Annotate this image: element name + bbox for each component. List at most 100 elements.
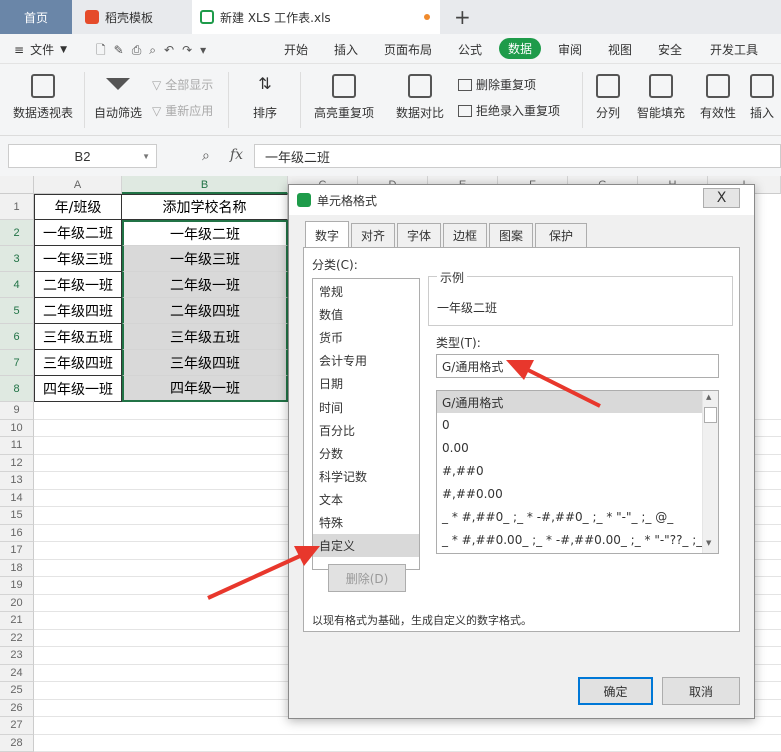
cell-a[interactable]: 年/班级 — [34, 194, 122, 220]
category-item[interactable]: 文本 — [313, 488, 419, 511]
row-header[interactable]: 10 — [0, 420, 34, 438]
type-list-scrollbar[interactable]: ▲ ▼ — [702, 391, 718, 553]
row-header[interactable]: 20 — [0, 595, 34, 613]
category-item[interactable]: 日期 — [313, 372, 419, 395]
category-item[interactable]: 科学记数 — [313, 465, 419, 488]
cell-b[interactable]: 一年级三班 — [122, 246, 288, 272]
menu-item-developer[interactable]: 开发工具 — [710, 41, 758, 58]
type-item[interactable]: 0.00 — [437, 437, 702, 459]
split-column-button[interactable]: 分列 — [586, 64, 630, 121]
row-header[interactable]: 26 — [0, 700, 34, 718]
quick-access-icons[interactable]: 🗋✎⎙⌕↶↷▾ — [96, 41, 214, 62]
menu-item-review[interactable]: 审阅 — [558, 41, 582, 58]
menu-item-start[interactable]: 开始 — [284, 41, 308, 58]
cell-b[interactable]: 添加学校名称 — [122, 194, 288, 220]
cell-b[interactable]: 一年级二班 — [122, 220, 288, 246]
category-item[interactable]: 时间 — [313, 396, 419, 419]
sort-button[interactable]: ⇅ 排序 — [236, 64, 294, 121]
menu-item-insert[interactable]: 插入 — [334, 41, 358, 58]
reapply-button[interactable]: ▽重新应用 — [152, 102, 213, 119]
menu-item-security[interactable]: 安全 — [658, 41, 682, 58]
type-item[interactable]: #,##0.00 — [437, 483, 702, 505]
menu-item-layout[interactable]: 页面布局 — [384, 41, 432, 58]
cell-a[interactable]: 四年级一班 — [34, 376, 122, 402]
tab-docer[interactable]: 稻壳模板 — [75, 0, 188, 34]
data-compare-button[interactable]: 数据对比 — [388, 64, 452, 121]
type-item[interactable]: G/通用格式 — [437, 391, 702, 413]
row-header[interactable]: 13 — [0, 472, 34, 490]
row-header[interactable]: 12 — [0, 455, 34, 473]
category-item[interactable]: 自定义 — [313, 534, 419, 557]
tab-number[interactable]: 数字 — [305, 221, 349, 248]
fx-icon[interactable]: fx — [230, 147, 243, 163]
row-header[interactable]: 7 — [0, 350, 34, 376]
row-header[interactable]: 17 — [0, 542, 34, 560]
row-header[interactable]: 25 — [0, 682, 34, 700]
row-header[interactable]: 2 — [0, 220, 34, 246]
new-tab-button[interactable]: + — [454, 5, 471, 29]
type-input[interactable]: G/通用格式 — [436, 354, 719, 378]
row-header[interactable]: 1 — [0, 194, 34, 220]
row-header[interactable]: 5 — [0, 298, 34, 324]
row-header[interactable]: 27 — [0, 717, 34, 735]
cell-a[interactable]: 三年级四班 — [34, 350, 122, 376]
show-all-button[interactable]: ▽全部显示 — [152, 76, 213, 93]
name-box[interactable]: B2▼ — [8, 144, 157, 168]
cancel-button[interactable]: 取消 — [662, 677, 740, 705]
scroll-down-icon[interactable]: ▼ — [706, 539, 711, 547]
category-item[interactable]: 百分比 — [313, 419, 419, 442]
column-header-a[interactable]: A — [34, 176, 122, 194]
row-header[interactable]: 16 — [0, 525, 34, 543]
row-header[interactable]: 24 — [0, 665, 34, 683]
type-item[interactable]: #,##0 — [437, 460, 702, 482]
category-list[interactable]: 常规数值货币会计专用日期时间百分比分数科学记数文本特殊自定义 — [312, 278, 420, 570]
pivot-table-button[interactable]: 数据透视表 — [10, 64, 76, 121]
cell-a[interactable]: 三年级五班 — [34, 324, 122, 350]
cell-b[interactable]: 三年级四班 — [122, 350, 288, 376]
category-item[interactable]: 特殊 — [313, 511, 419, 534]
tab-alignment[interactable]: 对齐 — [351, 223, 395, 247]
menu-item-data[interactable]: 数据 — [499, 38, 541, 59]
scrollbar-thumb[interactable] — [704, 407, 717, 423]
tab-pattern[interactable]: 图案 — [489, 223, 533, 247]
row-header[interactable]: 3 — [0, 246, 34, 272]
row-header[interactable]: 28 — [0, 735, 34, 752]
row-header[interactable]: 4 — [0, 272, 34, 298]
cell-b[interactable]: 四年级一班 — [122, 376, 288, 402]
row-header[interactable]: 19 — [0, 577, 34, 595]
row-header[interactable]: 6 — [0, 324, 34, 350]
type-item[interactable]: _ * #,##0.00_ ;_ * -#,##0.00_ ;_ * "-"??… — [437, 529, 702, 551]
row-header[interactable]: 8 — [0, 376, 34, 402]
cell-a[interactable]: 二年级四班 — [34, 298, 122, 324]
category-item[interactable]: 分数 — [313, 442, 419, 465]
delete-button[interactable]: 删除(D) — [328, 564, 406, 592]
cell-a[interactable]: 一年级二班 — [34, 220, 122, 246]
validity-button[interactable]: 有效性 — [694, 64, 742, 121]
type-item[interactable]: 0 — [437, 414, 702, 436]
row-header[interactable]: 14 — [0, 490, 34, 508]
insert-button[interactable]: 插入 — [750, 64, 781, 121]
smart-fill-button[interactable]: 智能填充 — [634, 64, 688, 121]
reject-duplicates-button[interactable]: 拒绝录入重复项 — [458, 102, 560, 119]
row-header[interactable]: 18 — [0, 560, 34, 578]
row-header[interactable]: 9 — [0, 402, 34, 420]
type-list[interactable]: ▲ ▼ G/通用格式00.00#,##0#,##0.00_ * #,##0_ ;… — [436, 390, 719, 554]
cell-b[interactable]: 二年级一班 — [122, 272, 288, 298]
tab-xls-file[interactable]: 新建 XLS 工作表.xls — [192, 0, 440, 34]
cell-a[interactable]: 一年级三班 — [34, 246, 122, 272]
formula-input[interactable]: 一年级二班 — [254, 144, 781, 168]
scroll-up-icon[interactable]: ▲ — [706, 393, 711, 401]
ok-button[interactable]: 确定 — [578, 677, 653, 705]
cell-b[interactable]: 二年级四班 — [122, 298, 288, 324]
menu-item-formula[interactable]: 公式 — [458, 41, 482, 58]
row-header[interactable]: 23 — [0, 647, 34, 665]
type-item[interactable]: _ * #,##0_ ;_ * -#,##0_ ;_ * "-"_ ;_ @_ — [437, 506, 702, 528]
category-item[interactable]: 常规 — [313, 280, 419, 303]
category-item[interactable]: 货币 — [313, 326, 419, 349]
row-header[interactable]: 11 — [0, 437, 34, 455]
column-header-b[interactable]: B — [122, 176, 288, 194]
file-menu[interactable]: ≡ 文件 ▼ — [14, 41, 67, 58]
select-all-corner[interactable] — [0, 176, 34, 194]
row-header[interactable]: 21 — [0, 612, 34, 630]
row-header[interactable]: 22 — [0, 630, 34, 648]
